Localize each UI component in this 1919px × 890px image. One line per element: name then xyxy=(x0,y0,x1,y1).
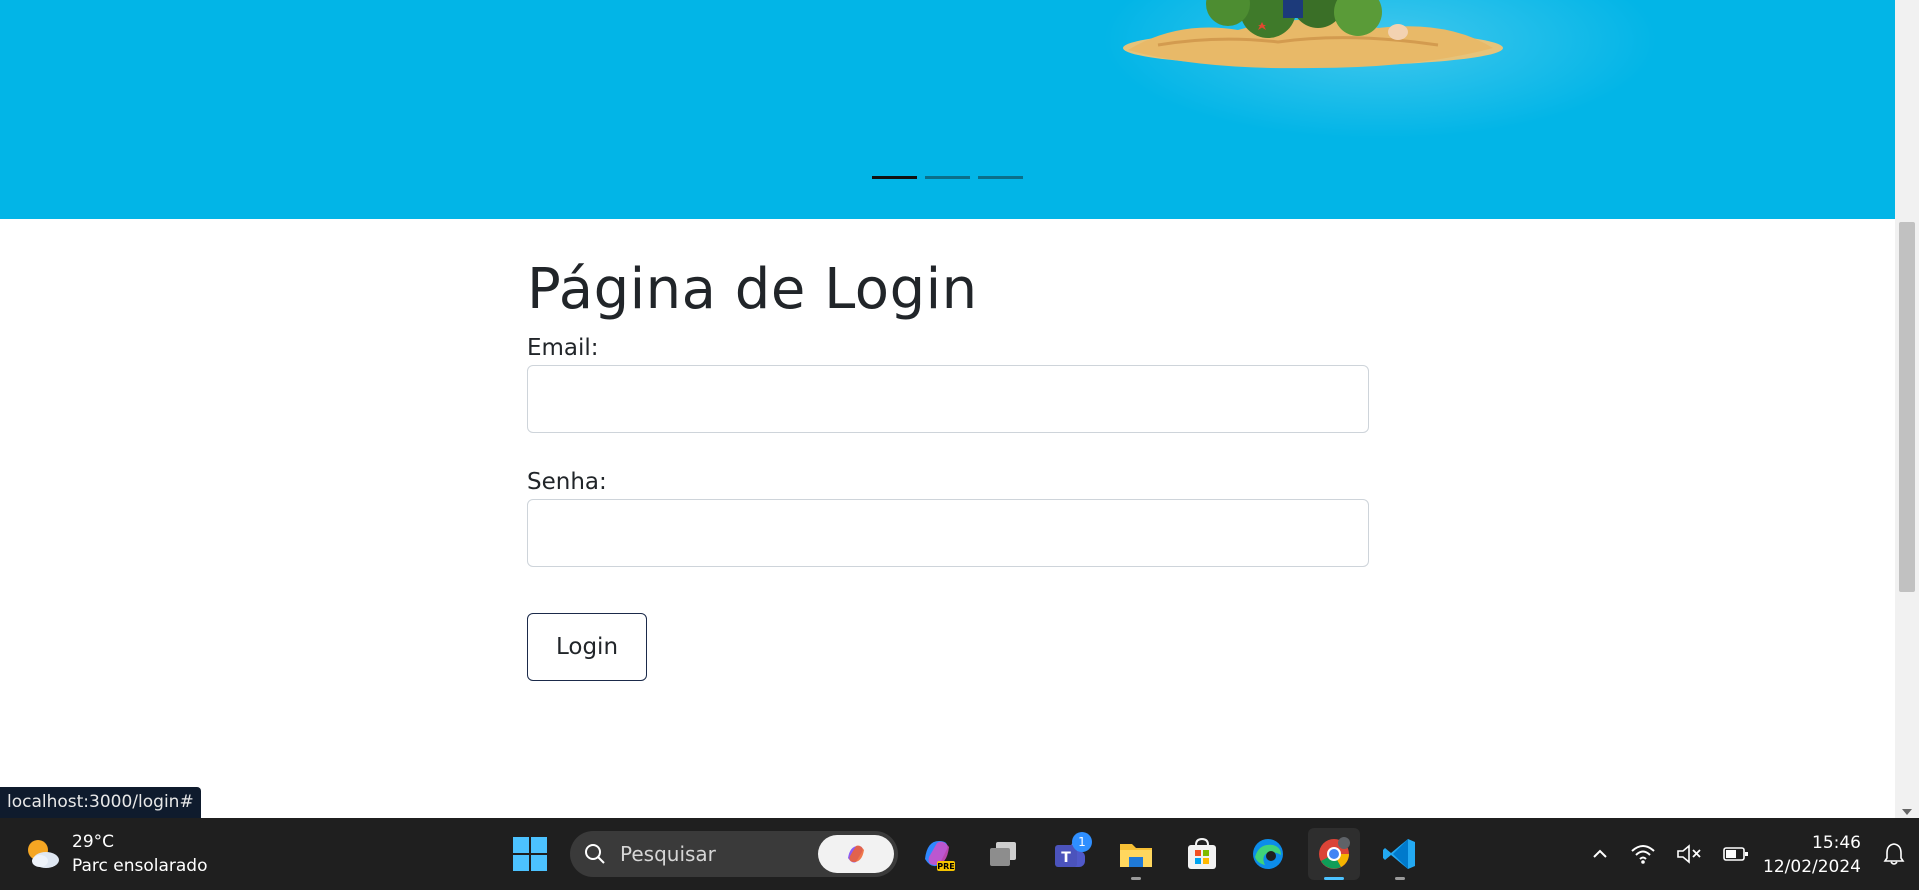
carousel-indicator-2[interactable] xyxy=(925,176,970,179)
taskbar-search[interactable]: Pesquisar xyxy=(570,831,898,877)
password-label: Senha: xyxy=(527,469,607,495)
weather-condition: Parc ensolarado xyxy=(72,856,208,876)
taskbar-app-vscode[interactable] xyxy=(1374,828,1426,880)
chevron-up-icon[interactable] xyxy=(1590,844,1610,864)
clock-time: 15:46 xyxy=(1812,833,1861,853)
hero-carousel xyxy=(0,0,1895,219)
search-icon xyxy=(585,844,605,864)
vscode-icon xyxy=(1383,839,1415,869)
running-indicator xyxy=(1395,877,1405,880)
svg-text:PRE: PRE xyxy=(937,862,955,871)
login-section: Página de Login Email: Senha: Login xyxy=(527,255,1369,681)
taskbar-app-edge[interactable] xyxy=(1242,828,1294,880)
taskbar-app-microsoft-store[interactable] xyxy=(1176,828,1228,880)
taskbar-app-copilot-pre[interactable]: PRE xyxy=(912,828,964,880)
carousel-indicator-1[interactable] xyxy=(872,176,917,179)
copilot-icon: PRE xyxy=(925,841,955,871)
windows-icon xyxy=(513,837,547,871)
wifi-icon[interactable] xyxy=(1630,843,1656,865)
speaker-muted-icon[interactable] xyxy=(1676,843,1702,865)
notification-bell-icon[interactable] xyxy=(1883,842,1905,866)
notification-badge: 1 xyxy=(1072,832,1092,852)
email-label: Email: xyxy=(527,335,599,361)
page-title: Página de Login xyxy=(527,257,978,322)
island-image xyxy=(1123,0,1503,69)
chrome-icon xyxy=(1319,837,1350,869)
taskbar-app-task-view[interactable] xyxy=(978,828,1030,880)
page-scrollbar[interactable] xyxy=(1895,0,1919,818)
scroll-down-arrow-icon[interactable] xyxy=(1902,809,1912,815)
taskbar-app-file-explorer[interactable] xyxy=(1110,828,1162,880)
taskbar-clock[interactable]: 15:46 12/02/2024 xyxy=(1763,831,1861,879)
copilot-icon xyxy=(848,845,864,863)
clock-date: 12/02/2024 xyxy=(1763,857,1861,877)
taskbar-apps: Pesquisar PRE T 1 xyxy=(504,826,1426,882)
running-indicator xyxy=(1324,877,1344,880)
login-button[interactable]: Login xyxy=(527,613,647,681)
partly-sunny-icon xyxy=(28,840,59,868)
email-field[interactable] xyxy=(527,365,1369,433)
copilot-search-button[interactable] xyxy=(818,835,894,873)
carousel-indicators xyxy=(0,176,1895,179)
password-field[interactable] xyxy=(527,499,1369,567)
taskbar-app-chrome[interactable] xyxy=(1308,828,1360,880)
system-tray xyxy=(1590,826,1750,882)
task-view-icon xyxy=(990,842,1016,866)
battery-icon[interactable] xyxy=(1722,843,1750,865)
folder-icon xyxy=(1120,844,1152,867)
scrollbar-thumb[interactable] xyxy=(1899,222,1915,592)
edge-icon xyxy=(1253,839,1283,869)
weather-widget[interactable]: 29°C Parc ensolarado xyxy=(22,830,208,878)
weather-temperature: 29°C xyxy=(72,832,115,852)
running-indicator xyxy=(1131,877,1141,880)
status-url: localhost:3000/login# xyxy=(0,787,201,818)
start-button[interactable] xyxy=(504,828,556,880)
search-placeholder: Pesquisar xyxy=(620,842,716,866)
svg-text:T: T xyxy=(1061,850,1071,866)
carousel-indicator-3[interactable] xyxy=(978,176,1023,179)
taskbar: 29°C Parc ensolarado Pesquisar PRE T 1 1… xyxy=(0,818,1919,890)
store-icon xyxy=(1188,837,1216,869)
taskbar-app-teams[interactable]: T 1 xyxy=(1044,828,1096,880)
